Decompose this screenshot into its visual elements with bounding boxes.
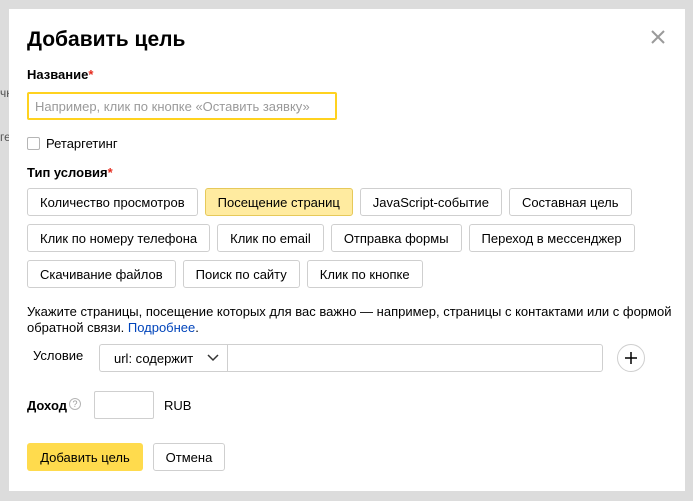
add-goal-button[interactable]: Добавить цель — [27, 443, 143, 471]
condition-type-label: Тип условия* — [27, 165, 113, 180]
name-label-text: Название — [27, 67, 89, 82]
required-mark: * — [107, 165, 113, 180]
condition-hint: Укажите страницы, посещение которых для … — [27, 304, 677, 336]
hint-tail: . — [195, 320, 199, 335]
condition-value-input[interactable] — [227, 344, 603, 372]
condition-type-page-visit[interactable]: Посещение страниц — [204, 188, 353, 216]
goal-name-input[interactable] — [27, 92, 337, 120]
condition-type-row-2: Клик по номеру телефона Клик по email От… — [27, 224, 635, 252]
condition-type-messenger[interactable]: Переход в мессенджер — [468, 224, 635, 252]
currency-label: RUB — [164, 398, 192, 413]
condition-type-form-submit[interactable]: Отправка формы — [330, 224, 462, 252]
plus-icon — [625, 352, 637, 364]
required-mark: * — [88, 67, 94, 82]
condition-operator-value: url: содержит — [114, 350, 194, 366]
condition-type-file-download[interactable]: Скачивание файлов — [27, 260, 176, 288]
condition-type-phone-click[interactable]: Клик по номеру телефона — [27, 224, 211, 252]
close-icon[interactable] — [647, 26, 669, 48]
condition-type-email-click[interactable]: Клик по email — [217, 224, 324, 252]
add-condition-button[interactable] — [617, 344, 645, 372]
retargeting-checkbox[interactable] — [27, 137, 40, 150]
condition-type-button-click[interactable]: Клик по кнопке — [306, 260, 423, 288]
condition-type-composite[interactable]: Составная цель — [508, 188, 632, 216]
condition-type-js-event[interactable]: JavaScript-событие — [359, 188, 502, 216]
dialog-title: Добавить цель — [27, 28, 186, 51]
condition-operator-select[interactable]: url: содержит — [99, 344, 227, 372]
condition-type-label-text: Тип условия — [27, 165, 108, 180]
hint-text: Укажите страницы, посещение которых для … — [27, 304, 672, 335]
add-goal-dialog: Добавить цель Название* Ретаргетинг Тип … — [9, 9, 685, 491]
income-label: Доход — [27, 398, 67, 413]
condition-type-site-search[interactable]: Поиск по сайту — [182, 260, 300, 288]
retargeting-row[interactable]: Ретаргетинг — [27, 136, 118, 151]
condition-label: Условие — [33, 348, 84, 363]
cancel-button[interactable]: Отмена — [153, 443, 225, 471]
chevron-down-icon — [207, 354, 219, 362]
income-input[interactable] — [94, 391, 154, 419]
learn-more-link[interactable]: Подробнее — [128, 320, 195, 335]
condition-type-row-1: Количество просмотров Посещение страниц … — [27, 188, 632, 216]
name-label: Название* — [27, 67, 93, 82]
condition-type-row-3: Скачивание файлов Поиск по сайту Клик по… — [27, 260, 423, 288]
question-icon[interactable]: ? — [69, 398, 81, 410]
condition-type-views[interactable]: Количество просмотров — [27, 188, 198, 216]
retargeting-label: Ретаргетинг — [46, 136, 118, 151]
